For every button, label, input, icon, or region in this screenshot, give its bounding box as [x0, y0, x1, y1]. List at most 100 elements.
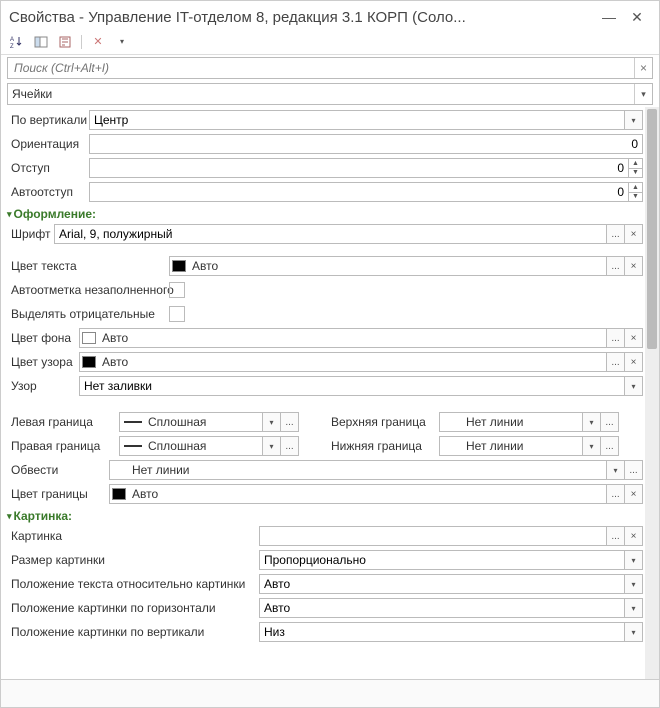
vpos-field[interactable] [259, 622, 625, 642]
categorize-button[interactable] [31, 33, 51, 51]
minimize-button[interactable]: — [595, 7, 623, 27]
auto-indent-spinner[interactable]: ▲▼ [629, 182, 643, 202]
pattern-color-field[interactable]: Авто [79, 352, 607, 372]
text-pos-field[interactable] [259, 574, 625, 594]
vert-align-field[interactable] [89, 110, 625, 130]
indent-label: Отступ [7, 161, 87, 175]
outline-field[interactable]: Нет линии [109, 460, 607, 480]
left-border-dialog-button[interactable]: ... [281, 412, 299, 432]
picture-dialog-button[interactable]: ... [607, 526, 625, 546]
scrollbar-thumb[interactable] [647, 109, 657, 349]
bottom-border-field[interactable]: Нет линии [439, 436, 583, 456]
category-dropdown-button[interactable]: ▾ [634, 84, 652, 104]
text-color-label: Цвет текста [7, 259, 167, 273]
picture-size-field[interactable] [259, 550, 625, 570]
pattern-field[interactable] [79, 376, 625, 396]
vpos-dropdown[interactable]: ▾ [625, 622, 643, 642]
left-border-label: Левая граница [7, 415, 117, 429]
pattern-color-clear-button[interactable]: × [625, 352, 643, 372]
window-title: Свойства - Управление IT-отделом 8, реда… [9, 9, 595, 26]
titlebar: Свойства - Управление IT-отделом 8, реда… [1, 1, 659, 31]
bg-color-clear-button[interactable]: × [625, 328, 643, 348]
indent-field[interactable] [89, 158, 629, 178]
filter-button[interactable] [55, 33, 75, 51]
picture-size-label: Размер картинки [7, 553, 257, 567]
auto-indent-label: Автоотступ [7, 185, 87, 199]
footer-panel [1, 679, 659, 707]
auto-mark-label: Автоотметка незаполненного [7, 283, 167, 297]
bg-color-dialog-button[interactable]: ... [607, 328, 625, 348]
sort-az-button[interactable]: AZ [7, 33, 27, 51]
top-border-label: Верхняя граница [327, 415, 437, 429]
vert-align-dropdown[interactable]: ▾ [625, 110, 643, 130]
auto-indent-field[interactable] [89, 182, 629, 202]
outline-label: Обвести [7, 463, 107, 477]
font-field[interactable] [54, 224, 607, 244]
pattern-color-dialog-button[interactable]: ... [607, 352, 625, 372]
right-border-field[interactable]: Сплошная [119, 436, 263, 456]
category-selector: Ячейки ▾ [7, 83, 653, 105]
text-color-field[interactable]: Авто [169, 256, 607, 276]
text-pos-dropdown[interactable]: ▾ [625, 574, 643, 594]
clear-dropdown-button[interactable]: ▾ [112, 33, 132, 51]
toolbar-separator [81, 35, 82, 49]
bottom-border-dropdown[interactable]: ▾ [583, 436, 601, 456]
scrollbar[interactable] [645, 107, 659, 679]
pattern-color-label: Цвет узора [7, 355, 77, 369]
toolbar: AZ ✕ ▾ [1, 31, 659, 55]
top-border-field[interactable]: Нет линии [439, 412, 583, 432]
right-border-dropdown[interactable]: ▾ [263, 436, 281, 456]
chevron-up-icon[interactable]: ▲ [629, 159, 642, 169]
picture-group-header[interactable]: ▾Картинка: [7, 509, 643, 523]
bg-color-field[interactable]: Авто [79, 328, 607, 348]
category-name: Ячейки [8, 85, 634, 103]
property-grid: По вертикали ▾ Ориентация Отступ ▲▼ [1, 107, 645, 679]
left-border-dropdown[interactable]: ▾ [263, 412, 281, 432]
decoration-group-header[interactable]: ▾Оформление: [7, 207, 643, 221]
border-color-dialog-button[interactable]: ... [607, 484, 625, 504]
top-border-dialog-button[interactable]: ... [601, 412, 619, 432]
text-color-clear-button[interactable]: × [625, 256, 643, 276]
close-button[interactable]: ✕ [623, 7, 651, 27]
search-bar: × [7, 57, 653, 79]
highlight-neg-label: Выделять отрицательные [7, 307, 167, 321]
outline-dialog-button[interactable]: ... [625, 460, 643, 480]
left-border-field[interactable]: Сплошная [119, 412, 263, 432]
triangle-down-icon: ▾ [7, 209, 12, 220]
color-swatch-icon [82, 332, 96, 344]
orientation-field[interactable] [89, 134, 643, 154]
pattern-dropdown[interactable]: ▾ [625, 376, 643, 396]
auto-mark-checkbox[interactable] [169, 282, 185, 298]
text-pos-label: Положение текста относительно картинки [7, 577, 257, 591]
chevron-down-icon[interactable]: ▼ [629, 169, 642, 178]
top-border-dropdown[interactable]: ▾ [583, 412, 601, 432]
highlight-neg-checkbox[interactable] [169, 306, 185, 322]
picture-clear-button[interactable]: × [625, 526, 643, 546]
text-color-dialog-button[interactable]: ... [607, 256, 625, 276]
border-color-field[interactable]: Авто [109, 484, 607, 504]
font-dialog-button[interactable]: ... [607, 224, 625, 244]
hpos-field[interactable] [259, 598, 625, 618]
line-sample-icon [124, 421, 142, 423]
picture-label: Картинка [7, 529, 257, 543]
picture-size-dropdown[interactable]: ▾ [625, 550, 643, 570]
bg-color-label: Цвет фона [7, 331, 77, 345]
outline-dropdown[interactable]: ▾ [607, 460, 625, 480]
chevron-down-icon[interactable]: ▼ [629, 193, 642, 202]
border-color-clear-button[interactable]: × [625, 484, 643, 504]
color-swatch-icon [172, 260, 186, 272]
search-clear-button[interactable]: × [634, 58, 652, 78]
pattern-label: Узор [7, 379, 77, 393]
clear-button[interactable]: ✕ [88, 33, 108, 51]
chevron-up-icon[interactable]: ▲ [629, 183, 642, 193]
font-label: Шрифт [7, 227, 52, 241]
font-clear-button[interactable]: × [625, 224, 643, 244]
hpos-dropdown[interactable]: ▾ [625, 598, 643, 618]
picture-field[interactable] [259, 526, 607, 546]
search-input[interactable] [8, 59, 634, 77]
right-border-dialog-button[interactable]: ... [281, 436, 299, 456]
bottom-border-dialog-button[interactable]: ... [601, 436, 619, 456]
indent-spinner[interactable]: ▲▼ [629, 158, 643, 178]
vpos-label: Положение картинки по вертикали [7, 625, 257, 639]
bottom-border-label: Нижняя граница [327, 439, 437, 453]
